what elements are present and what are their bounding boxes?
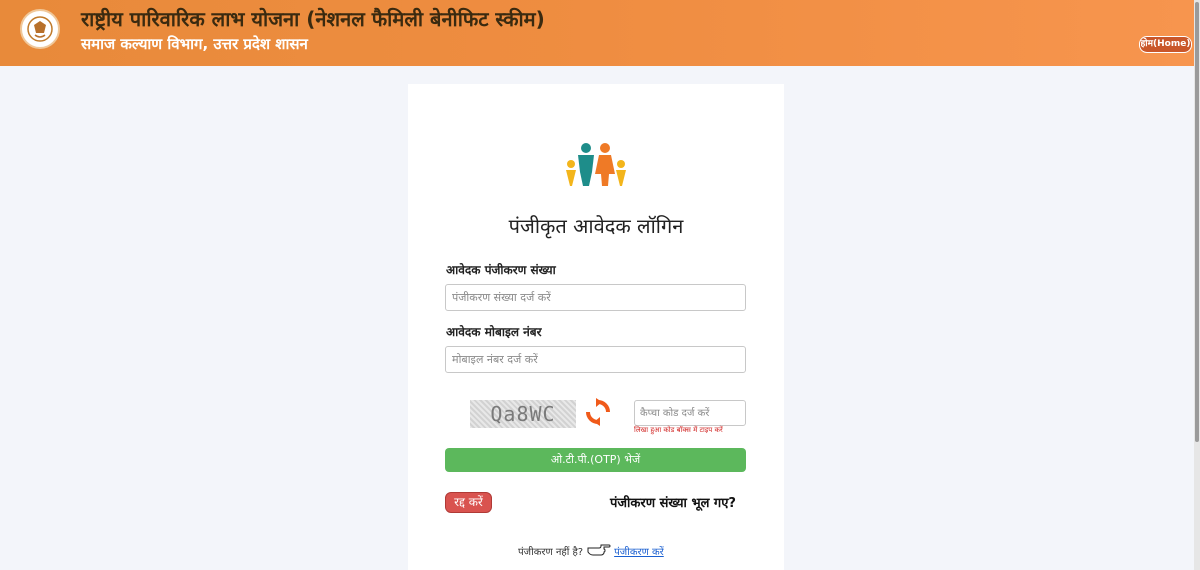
refresh-icon[interactable] [585,398,611,430]
forgot-registration-link[interactable]: पंजीकरण संख्या भूल गए? [610,493,736,511]
send-otp-button[interactable]: ओ.टी.पी.(OTP) भेजें [445,448,746,472]
mobile-number-label: आवेदक मोबाइल नंबर [446,325,542,339]
not-registered-text: पंजीकरण नहीं है? [518,546,584,558]
register-link[interactable]: पंजीकरण करें [614,544,664,558]
register-row: पंजीकरण नहीं है? पंजीकरण करें [518,542,664,559]
registration-number-label: आवेदक पंजीकरण संख्या [446,263,556,277]
captcha-image: Qa8WC [470,400,576,428]
up-government-emblem-icon [20,9,60,49]
family-icon [563,142,629,190]
captcha-hint: लिखा हुआ कोड बॉक्स में टाइप करें [634,426,723,434]
mobile-number-input[interactable] [445,346,746,373]
registration-number-input[interactable] [445,284,746,311]
site-header: राष्ट्रीय पारिवारिक लाभ योजना (नेशनल फैम… [0,0,1194,66]
page-scrollbar-thumb[interactable] [1195,2,1199,442]
login-title: पंजीकृत आवेदक लॉगिन [508,214,684,238]
department-subtitle: समाज कल्याण विभाग, उत्तर प्रदेश शासन [81,35,308,53]
scheme-title: राष्ट्रीय पारिवारिक लाभ योजना (नेशनल फैम… [81,7,545,31]
home-button[interactable]: होम(Home) [1139,36,1192,53]
captcha-input[interactable] [634,400,746,426]
pointing-hand-icon [587,542,611,559]
cancel-button[interactable]: रद्द करें [445,492,492,513]
login-card: पंजीकृत आवेदक लॉगिन आवेदक पंजीकरण संख्या… [408,84,784,570]
